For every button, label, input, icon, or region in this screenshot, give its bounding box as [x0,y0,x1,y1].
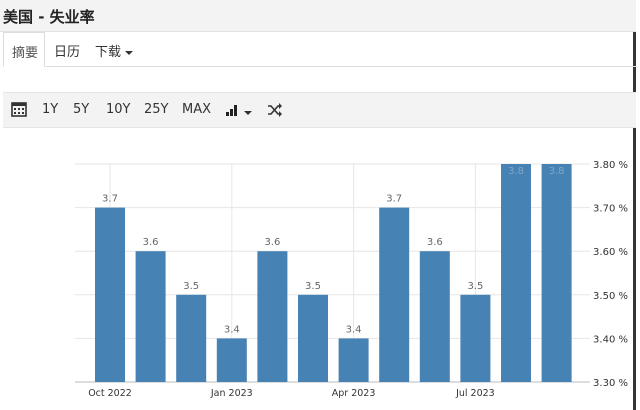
data-label: 3.6 [143,237,159,248]
bar [419,251,450,382]
data-label: 3.8 [508,166,524,177]
bar [298,294,328,382]
bar [379,207,410,382]
data-label: 3.7 [102,194,118,205]
bar [257,251,288,382]
x-tick-label: Apr 2023 [332,388,376,399]
bar [338,338,369,382]
y-tick-label: 3.40 % [593,334,628,345]
y-tick-label: 3.80 % [593,160,628,171]
data-label: 3.4 [346,324,362,335]
data-label: 3.6 [427,237,443,248]
data-label: 3.4 [224,324,240,335]
y-tick-label: 3.60 % [593,247,628,258]
data-label: 3.8 [549,166,565,177]
bar [501,164,531,382]
bar [541,164,572,382]
x-tick-label: Oct 2022 [88,388,132,399]
y-tick-label: 3.30 % [593,378,628,389]
x-tick-label: Jan 2023 [210,388,253,399]
bar [176,294,207,382]
y-tick-label: 3.70 % [593,204,628,215]
data-label: 3.7 [386,194,402,205]
data-label: 3.6 [264,237,280,248]
data-label: 3.5 [467,281,483,292]
data-label: 3.5 [305,281,321,292]
y-tick-label: 3.50 % [593,291,628,302]
bar [95,207,125,382]
bar [460,294,491,382]
bar [135,251,166,382]
bar [216,338,247,382]
data-label: 3.5 [183,281,199,292]
unemployment-bar-chart: 3.30 % 3.40 % 3.50 % 3.60 % 3.70 % 3.80 % Oct … [75,160,628,399]
x-tick-label: Jul 2023 [455,388,495,399]
